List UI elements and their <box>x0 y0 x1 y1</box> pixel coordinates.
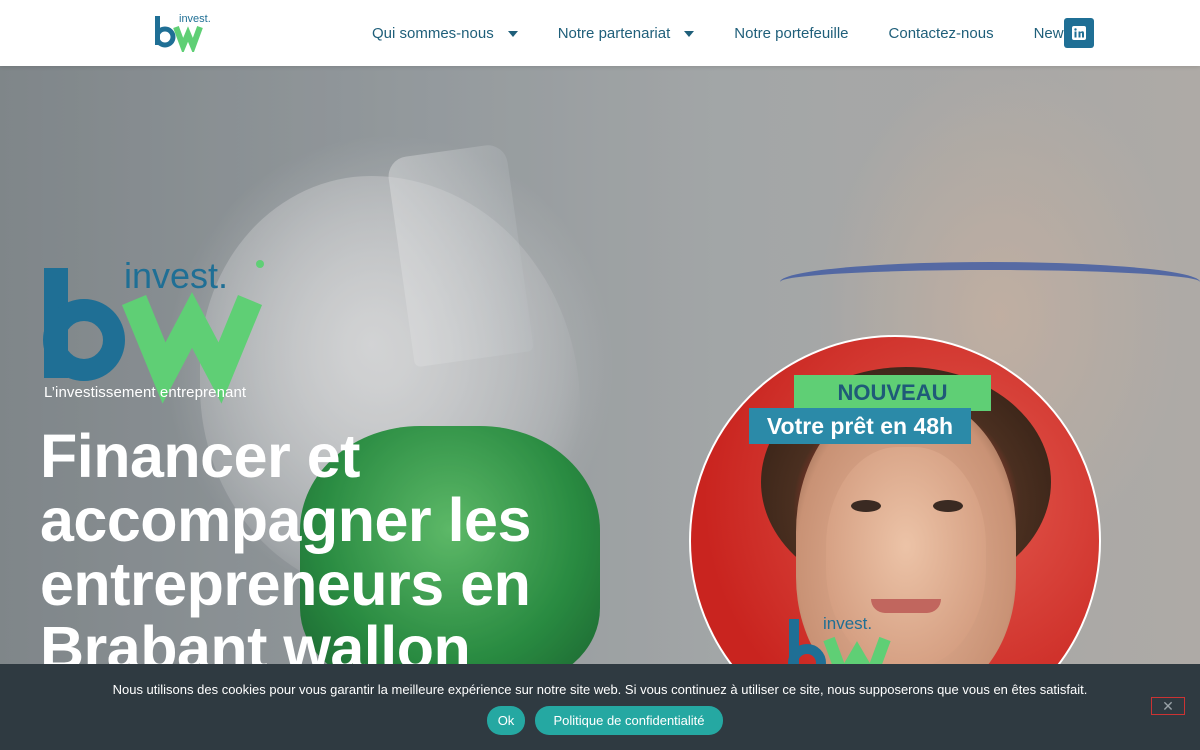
cookie-message: Nous utilisons des cookies pour vous gar… <box>112 682 1088 697</box>
nav-item-notre-partenariat[interactable]: Notre partenariat <box>558 25 695 42</box>
promo-badge-loan: Votre prêt en 48h <box>749 408 971 444</box>
svg-text:invest.: invest. <box>823 615 872 633</box>
promo-mouth <box>871 599 941 613</box>
eye-left <box>851 500 881 512</box>
nav-item-notre-portefeuille[interactable]: Notre portefeuille <box>734 25 848 42</box>
privacy-policy-button[interactable]: Politique de confidentialité <box>535 706 723 735</box>
chevron-down-icon[interactable] <box>507 31 518 37</box>
hero-tagline: L’investissement entreprenant <box>44 384 247 401</box>
nav-item-label: Qui sommes-nous <box>372 24 494 42</box>
chevron-down-icon[interactable] <box>684 31 695 37</box>
linkedin-icon[interactable] <box>1064 18 1094 48</box>
nav-item-contactez-nous[interactable]: Contactez-nous <box>889 25 994 42</box>
eye-right <box>933 500 963 512</box>
nav-item-label: Notre partenariat <box>557 24 671 42</box>
svg-text:invest.: invest. <box>124 258 228 296</box>
cookie-ok-button[interactable]: Ok <box>487 706 525 735</box>
bw-invest-logo[interactable]: invest. <box>155 12 219 52</box>
promo-badge-new: NOUVEAU <box>794 375 991 411</box>
main-nav: Qui sommes-nous Notre partenariat Notre … <box>372 0 1111 66</box>
site-header: invest. Qui sommes-nous Notre partenaria… <box>0 0 1200 66</box>
logo-invest-text: invest. <box>179 13 211 25</box>
hero-section: invest. L’investissement entreprenant Fi… <box>0 66 1200 750</box>
nav-item-label: Notre portefeuille <box>734 24 849 42</box>
nav-item-label: Contactez-nous <box>888 24 994 42</box>
close-icon[interactable]: ✕ <box>1151 697 1185 715</box>
nav-item-qui-sommes-nous[interactable]: Qui sommes-nous <box>372 25 518 42</box>
hero-headline: Financer et accompagner les entrepreneur… <box>40 422 531 682</box>
